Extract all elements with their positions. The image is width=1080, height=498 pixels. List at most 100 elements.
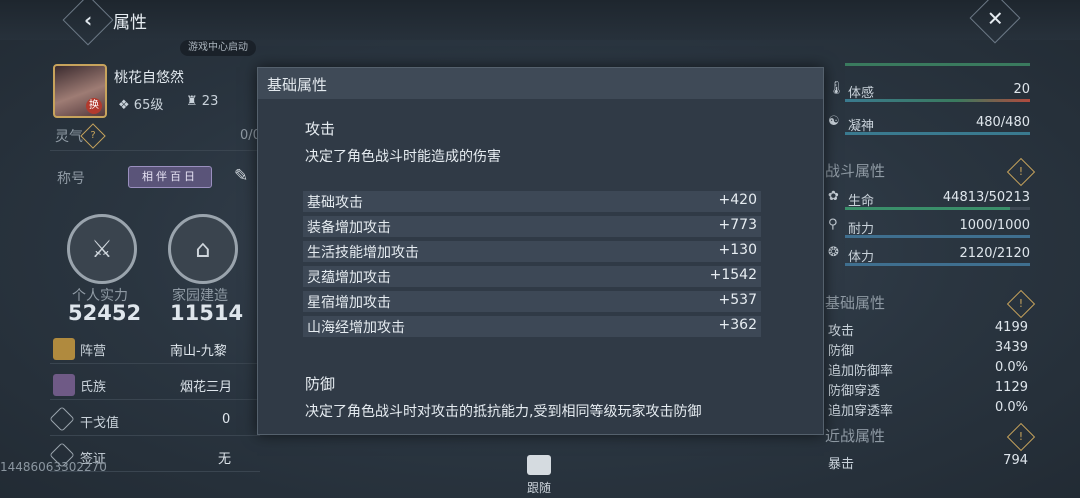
stat-bar-track bbox=[845, 207, 1030, 210]
basic-stat-row: 攻击 4199 bbox=[828, 320, 1030, 340]
stat-value: 794 bbox=[1003, 453, 1028, 468]
attack-row-label: 装备增加攻击 bbox=[307, 220, 391, 236]
attack-row-label: 灵蕴增加攻击 bbox=[307, 270, 391, 286]
divider bbox=[50, 150, 260, 151]
stat-value: 3439 bbox=[994, 340, 1028, 355]
modal-title: 基础属性 bbox=[267, 76, 328, 94]
basic-stat-row: 追加穿透率 0.0% bbox=[828, 400, 1030, 420]
stat-bar-fill bbox=[845, 263, 1030, 266]
attack-row-label: 山海经增加攻击 bbox=[307, 320, 405, 336]
stat-label: 暴击 bbox=[828, 457, 855, 472]
honor-label: 称号 bbox=[57, 171, 85, 187]
stat-bar-fill bbox=[845, 235, 1030, 238]
attack-row-value: +420 bbox=[718, 192, 757, 208]
energy-icon: ❂ bbox=[828, 245, 839, 260]
attack-row-value: +1542 bbox=[709, 267, 757, 283]
faction-icon bbox=[53, 338, 75, 360]
attack-row: 装备增加攻击 +773 bbox=[303, 216, 761, 237]
info-value: 南山-九黎 bbox=[170, 344, 227, 359]
attack-row-label: 基础攻击 bbox=[307, 195, 363, 211]
info-value: 无 bbox=[218, 452, 232, 467]
stat-value: 20 bbox=[1013, 82, 1030, 97]
score-value-power: 52452 bbox=[68, 301, 142, 325]
edit-icon[interactable]: ✎ bbox=[234, 166, 248, 186]
attack-row-value: +773 bbox=[718, 217, 757, 233]
stat-row-crit: 暴击 794 bbox=[828, 453, 1030, 473]
attack-row-label: 星宿增加攻击 bbox=[307, 295, 391, 311]
clan-icon bbox=[53, 374, 75, 396]
attack-title: 攻击 bbox=[305, 120, 336, 138]
power-emblem-icon: ⚔ bbox=[67, 214, 137, 284]
modal-header bbox=[258, 68, 823, 99]
attack-desc: 决定了角色战斗时能造成的伤害 bbox=[305, 149, 501, 165]
shield-icon bbox=[49, 406, 75, 432]
game-center-badge[interactable]: 游戏中心启动 bbox=[180, 40, 256, 56]
info-value: 烟花三月 bbox=[180, 380, 233, 395]
level-icon: ❖ bbox=[118, 98, 130, 113]
honor-badge[interactable]: 相伴百日 bbox=[128, 166, 212, 188]
attack-row: 星宿增加攻击 +537 bbox=[303, 291, 761, 312]
stat-bar-fill bbox=[845, 207, 1010, 210]
basic-stat-row: 追加防御率 0.0% bbox=[828, 360, 1030, 380]
stat-label: 防御 bbox=[828, 344, 855, 359]
player-guild-value: 23 bbox=[201, 94, 219, 109]
top-bar bbox=[0, 0, 1080, 40]
info-row-clan[interactable]: 氏族 烟花三月 bbox=[50, 371, 260, 400]
attack-row: 山海经增加攻击 +362 bbox=[303, 316, 761, 337]
player-guild: ♜ 23 bbox=[186, 94, 218, 109]
stat-value: 2120/2120 bbox=[959, 246, 1030, 261]
focus-icon: ☯ bbox=[828, 114, 840, 129]
stat-label: 追加防御率 bbox=[828, 364, 894, 379]
section-basic: 基础属性 ! bbox=[825, 289, 1036, 319]
guild-icon: ♜ bbox=[186, 94, 198, 109]
section-title: 战斗属性 bbox=[825, 162, 886, 180]
heart-icon: ✿ bbox=[828, 189, 839, 204]
attribute-detail-modal[interactable]: 基础属性 攻击 决定了角色战斗时能造成的伤害 基础攻击 +420 装备增加攻击 +77… bbox=[257, 67, 824, 435]
attack-row-value: +537 bbox=[718, 292, 757, 308]
attack-row-value: +130 bbox=[718, 242, 757, 258]
info-label: 阵营 bbox=[80, 344, 107, 359]
section-title: 基础属性 bbox=[825, 294, 886, 312]
stat-value: 0.0% bbox=[994, 360, 1028, 375]
info-label: 氏族 bbox=[80, 380, 107, 395]
thermometer-icon: 🌡 bbox=[828, 81, 845, 96]
section-title: 近战属性 bbox=[825, 427, 886, 445]
stat-label: 追加穿透率 bbox=[828, 404, 894, 419]
stat-value: 4199 bbox=[994, 320, 1028, 335]
info-row-ganges[interactable]: 干戈值 0 bbox=[49, 406, 260, 436]
stat-value: 0.0% bbox=[994, 400, 1028, 415]
player-level: ❖ 65级 bbox=[118, 94, 163, 113]
basic-stat-row: 防御穿透 1129 bbox=[828, 380, 1030, 400]
chevron-left-icon: ‹ bbox=[83, 8, 93, 32]
avatar-switch-badge[interactable]: 换 bbox=[86, 98, 102, 114]
stat-value: 480/480 bbox=[975, 115, 1030, 130]
basic-stat-row: 防御 3439 bbox=[828, 340, 1030, 360]
stat-value: 1129 bbox=[994, 380, 1028, 395]
attack-row-label: 生活技能增加攻击 bbox=[307, 245, 419, 261]
home-emblem-icon: ⌂ bbox=[168, 214, 238, 284]
attack-row: 基础攻击 +420 bbox=[303, 191, 761, 212]
stat-value: 1000/1000 bbox=[959, 218, 1030, 233]
follow-button[interactable]: 跟随 bbox=[522, 479, 556, 496]
section-combat: 战斗属性 ! bbox=[825, 157, 1036, 187]
focus-bar bbox=[845, 132, 1030, 135]
info-row-faction[interactable]: 阵营 南山-九黎 bbox=[50, 335, 260, 364]
score-value-home: 11514 bbox=[170, 301, 244, 325]
info-value: 0 bbox=[222, 412, 231, 427]
follow-icon[interactable] bbox=[527, 455, 551, 475]
stat-label: 攻击 bbox=[828, 324, 855, 339]
section-melee: 近战属性 ! bbox=[825, 422, 1036, 452]
attack-row-value: +362 bbox=[718, 317, 757, 333]
player-name: 桃花自悠然 bbox=[114, 70, 184, 86]
sense-bar bbox=[845, 99, 1030, 102]
stat-value: 44813/50213 bbox=[942, 190, 1030, 205]
player-uid: 14486063302270 bbox=[0, 460, 107, 474]
defense-desc: 决定了角色战斗时对攻击的抵抗能力,受到相同等级玩家攻击防御 bbox=[305, 404, 702, 420]
defense-title: 防御 bbox=[305, 375, 336, 393]
stat-bar-track bbox=[845, 235, 1030, 238]
page-title: 属性 bbox=[113, 13, 147, 33]
stat-label: 防御穿透 bbox=[828, 384, 881, 399]
info-label: 干戈值 bbox=[80, 416, 120, 431]
stamina-icon: ⚲ bbox=[828, 217, 838, 232]
attack-row: 生活技能增加攻击 +130 bbox=[303, 241, 761, 262]
